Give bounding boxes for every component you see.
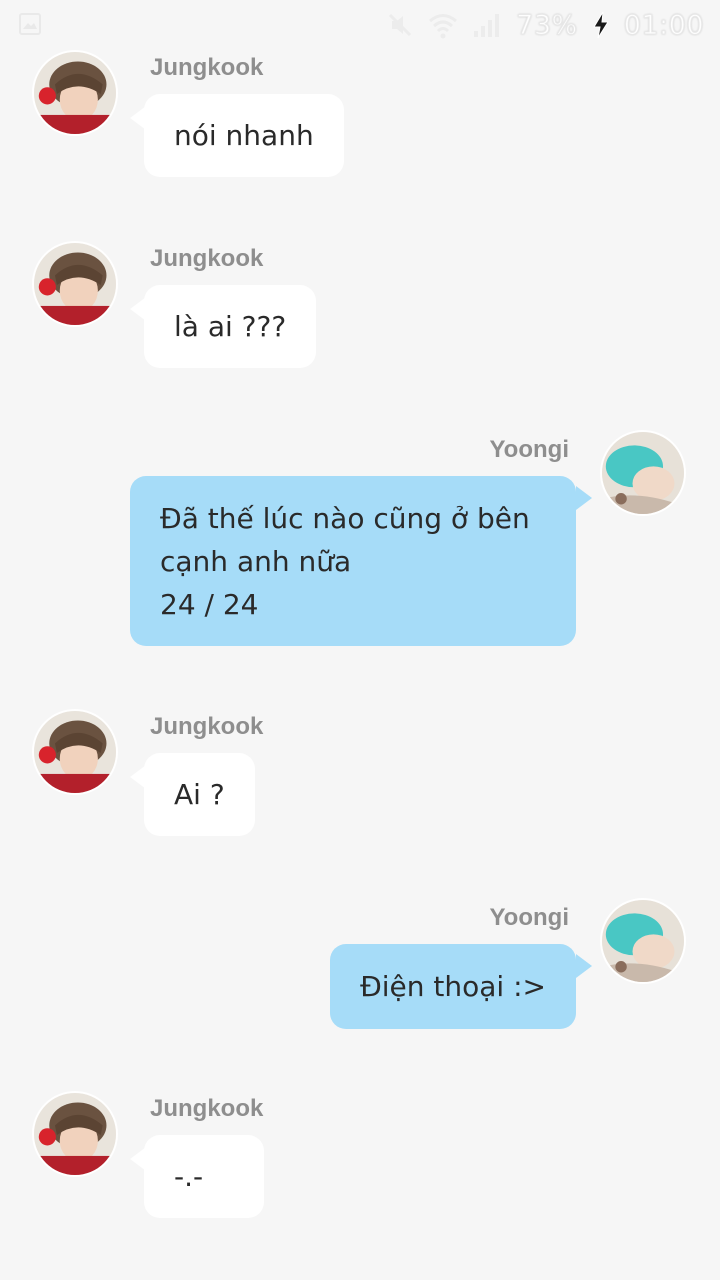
bubble-tail — [576, 486, 592, 510]
message-bubble[interactable]: là ai ??? — [144, 285, 317, 368]
message-bubble[interactable]: -.- — [144, 1135, 264, 1218]
avatar-yoongi[interactable] — [600, 898, 686, 984]
charging-icon — [592, 11, 610, 39]
sender-name: Yoongi — [489, 436, 569, 463]
wifi-icon — [428, 11, 458, 39]
avatar-jungkook[interactable] — [32, 241, 118, 327]
message-bubble[interactable]: Điện thoại :> — [330, 944, 576, 1029]
avatar-yoongi[interactable] — [600, 430, 686, 516]
battery-percent: 73% — [516, 9, 578, 41]
mute-icon — [386, 11, 414, 39]
sender-name: Jungkook — [150, 1095, 264, 1122]
image-icon — [18, 12, 42, 36]
avatar-jungkook[interactable] — [32, 50, 118, 136]
avatar-jungkook[interactable] — [32, 709, 118, 795]
sender-name: Jungkook — [150, 245, 264, 272]
sender-name: Yoongi — [489, 904, 569, 931]
message-bubble[interactable]: nói nhanh — [144, 94, 344, 177]
message-bubble[interactable]: Đã thế lúc nào cũng ở bên cạnh anh nữa 2… — [130, 476, 576, 646]
bubble-tail — [576, 954, 592, 978]
message-bubble[interactable]: Ai ? — [144, 753, 255, 836]
status-bar: 73% 01:00 — [0, 0, 720, 50]
sender-name: Jungkook — [150, 713, 264, 740]
avatar-jungkook[interactable] — [32, 1091, 118, 1177]
clock: 01:00 — [623, 9, 704, 41]
sender-name: Jungkook — [150, 54, 264, 81]
signal-icon — [472, 11, 502, 39]
